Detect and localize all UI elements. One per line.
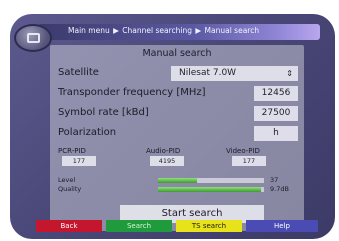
tv-menu-icon [14,24,52,52]
video-pid[interactable]: Video-PID 177 [226,147,286,166]
audio-pid-field[interactable]: 4195 [150,156,184,166]
level-label: Level [58,176,76,184]
color-key-bar: Back Search TS search Help [36,220,318,232]
video-pid-field[interactable]: 177 [232,156,266,166]
polarization-label: Polarization [58,127,117,138]
quality-meter [158,187,264,192]
tv-screen: Main menu ▶ Channel searching ▶ Manual s… [10,14,335,239]
pid-row: PCR-PID 177 Audio-PID 4195 Video-PID 177 [58,147,298,173]
pcr-pid-field[interactable]: 177 [62,156,96,166]
symbol-rate-row[interactable]: Symbol rate [kBd] 27500 [58,106,298,122]
red-key-back-button[interactable]: Back [36,220,102,232]
breadcrumb-separator-icon: ▶ [113,26,119,35]
satellite-select[interactable]: Nilesat 7.0W ⇕ [171,66,298,81]
symbol-rate-label: Symbol rate [kBd] [58,107,149,118]
dropdown-arrow-icon[interactable]: ⇕ [286,66,293,81]
transponder-label: Transponder frequency [MHz] [58,87,206,98]
yellow-key-ts-search-button[interactable]: TS search [176,220,242,232]
transponder-field[interactable]: 12456 [254,86,298,101]
breadcrumb-separator-icon: ▶ [195,26,202,35]
pcr-pid-label: PCR-PID [58,147,86,155]
tv-glyph-icon [27,33,40,43]
polarization-row[interactable]: Polarization h [58,126,298,142]
satellite-label: Satellite [58,67,99,78]
video-pid-label: Video-PID [226,147,260,155]
level-meter [158,178,264,183]
satellite-value: Nilesat 7.0W [179,68,237,78]
pcr-pid[interactable]: PCR-PID 177 [58,147,118,166]
blue-key-help-button[interactable]: Help [246,220,318,232]
transponder-row[interactable]: Transponder frequency [MHz] 12456 [58,86,298,102]
quality-meter-fill [158,187,261,192]
audio-pid-label: Audio-PID [146,147,181,155]
green-key-search-button[interactable]: Search [106,220,172,232]
symbol-rate-field[interactable]: 27500 [254,106,298,121]
manual-search-panel: Manual search Satellite Nilesat 7.0W ⇕ T… [50,45,304,231]
breadcrumb-channel-searching[interactable]: Channel searching [122,26,192,35]
page-title: Manual search [142,48,212,59]
breadcrumb-main-menu[interactable]: Main menu [68,26,110,35]
breadcrumb: Main menu ▶ Channel searching ▶ Manual s… [68,26,259,35]
quality-value: 9.7dB [270,185,289,193]
breadcrumb-manual-search: Manual search [204,26,260,35]
audio-pid[interactable]: Audio-PID 4195 [146,147,206,166]
level-value: 37 [270,176,279,184]
satellite-row[interactable]: Satellite Nilesat 7.0W ⇕ [58,66,298,82]
polarization-field[interactable]: h [254,126,298,141]
level-meter-fill [158,178,198,183]
quality-label: Quality [58,185,82,193]
